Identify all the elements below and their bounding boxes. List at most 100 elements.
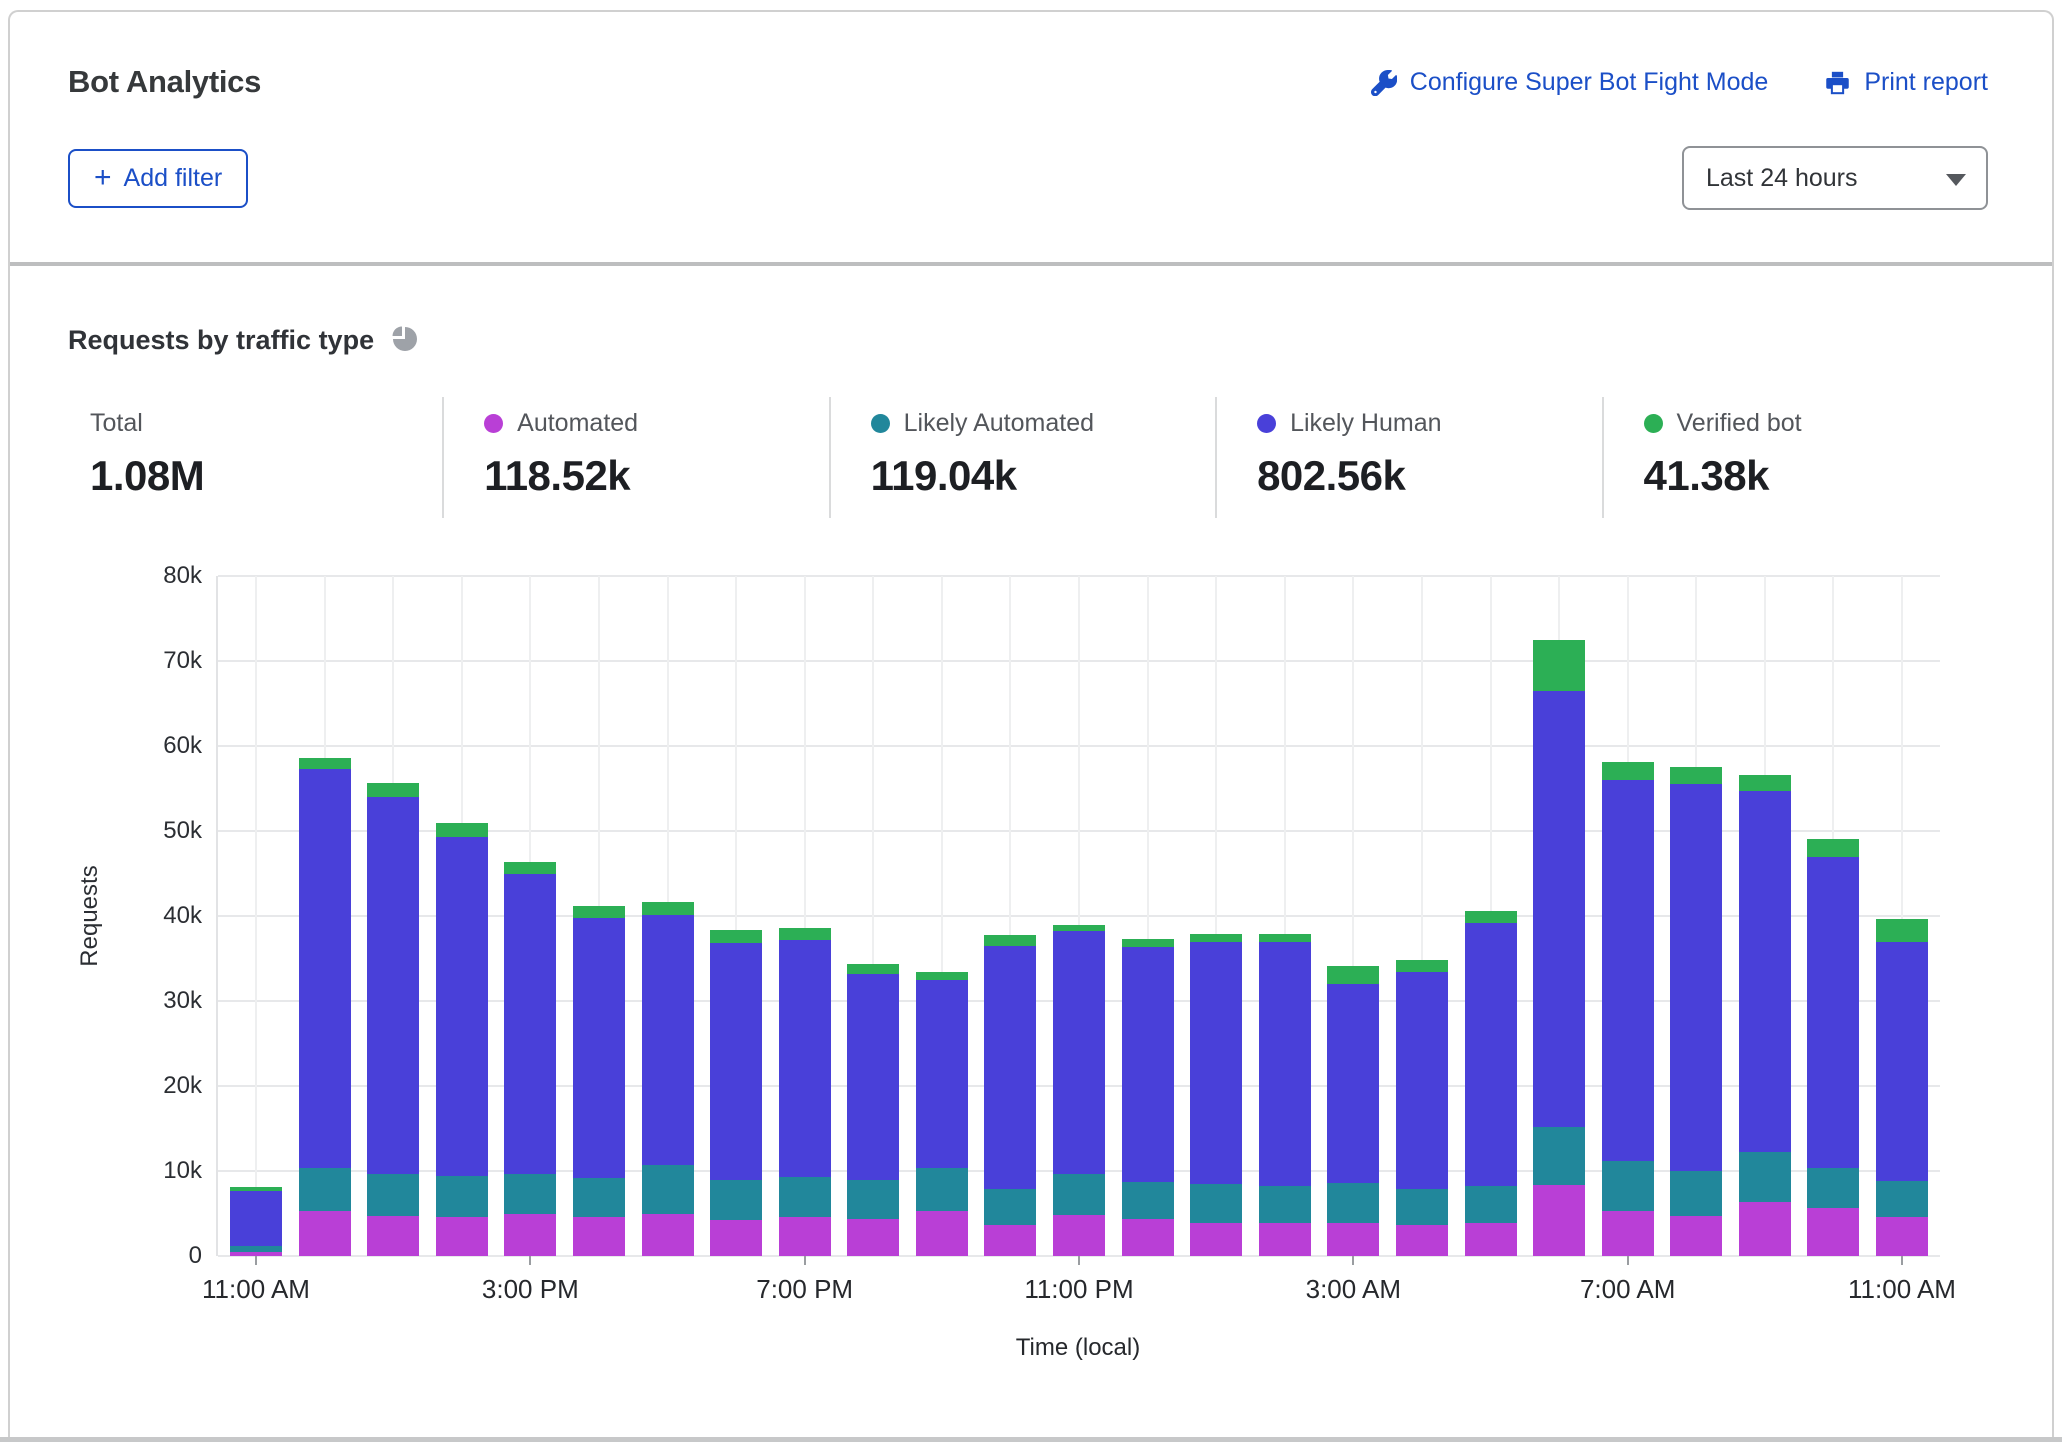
bar-segment-verified-bot: [1465, 911, 1517, 923]
bar-4:00 PM: [573, 576, 625, 1256]
bar-7:00 AM: [1602, 576, 1654, 1256]
bar-segment-likely-automated: [847, 1180, 899, 1219]
bar-segment-verified-bot: [1602, 762, 1654, 780]
bar-segment-automated: [1122, 1219, 1174, 1256]
bar-segment-likely-human: [1327, 984, 1379, 1183]
print-report-link[interactable]: Print report: [1824, 68, 1988, 97]
bar-segment-verified-bot: [1122, 939, 1174, 948]
bar-segment-likely-human: [299, 769, 351, 1168]
bar-segment-likely-automated: [984, 1189, 1036, 1226]
x-axis-tick-label: 11:00 AM: [1848, 1274, 1956, 1305]
bar-segment-automated: [1327, 1223, 1379, 1256]
stat-likely-automated-label: Likely Automated: [904, 409, 1094, 438]
bar-segment-automated: [1807, 1208, 1859, 1256]
bar-segment-likely-automated: [1465, 1186, 1517, 1223]
bar-segment-automated: [984, 1225, 1036, 1256]
bar-segment-likely-automated: [779, 1177, 831, 1217]
bar-9:00 AM: [1739, 576, 1791, 1256]
configure-super-bot-fight-mode-link[interactable]: Configure Super Bot Fight Mode: [1371, 68, 1769, 97]
stat-likely-automated-value: 119.04k: [871, 452, 1215, 500]
bar-2:00 AM: [1259, 576, 1311, 1256]
bar-segment-automated: [436, 1217, 488, 1256]
page-title: Bot Analytics: [68, 64, 261, 100]
bar-segment-automated: [1465, 1223, 1517, 1256]
bar-segment-verified-bot: [1670, 767, 1722, 784]
bar-segment-likely-human: [230, 1191, 282, 1246]
bar-6:00 PM: [710, 576, 762, 1256]
bar-segment-verified-bot: [573, 906, 625, 918]
bar-2:00 PM: [436, 576, 488, 1256]
bar-segment-likely-automated: [299, 1168, 351, 1211]
y-axis-tick-label: 20k: [163, 1072, 202, 1100]
likely-automated-dot-icon: [871, 414, 890, 433]
stat-likely-human-value: 802.56k: [1257, 452, 1601, 500]
bar-segment-verified-bot: [847, 964, 899, 973]
bar-segment-likely-human: [504, 874, 556, 1173]
bar-segment-likely-human: [367, 797, 419, 1174]
x-axis-title: Time (local): [216, 1334, 1940, 1362]
stat-verified-bot: Verified bot 41.38k: [1602, 397, 1988, 518]
bar-11:00 AM: [1876, 576, 1928, 1256]
bar-segment-automated: [847, 1219, 899, 1256]
add-filter-button[interactable]: + Add filter: [68, 149, 248, 208]
stat-likely-automated: Likely Automated 119.04k: [829, 397, 1215, 518]
bar-segment-verified-bot: [436, 823, 488, 837]
wrench-icon: [1371, 70, 1397, 96]
bar-12:00 PM: [299, 576, 351, 1256]
configure-link-label: Configure Super Bot Fight Mode: [1410, 68, 1769, 97]
bar-segment-verified-bot: [779, 928, 831, 940]
bar-segment-automated: [1396, 1225, 1448, 1256]
bar-1:00 AM: [1190, 576, 1242, 1256]
bar-segment-likely-automated: [573, 1178, 625, 1217]
bar-1:00 PM: [367, 576, 419, 1256]
bar-segment-likely-automated: [642, 1165, 694, 1213]
automated-dot-icon: [484, 414, 503, 433]
bar-segment-likely-automated: [1327, 1183, 1379, 1223]
bar-12:00 AM: [1122, 576, 1174, 1256]
bar-segment-likely-automated: [1876, 1181, 1928, 1217]
bar-segment-verified-bot: [1739, 775, 1791, 791]
bar-segment-likely-automated: [1533, 1127, 1585, 1186]
print-link-label: Print report: [1864, 68, 1988, 97]
bar-segment-likely-automated: [1739, 1152, 1791, 1202]
y-axis-tick-label: 60k: [163, 732, 202, 760]
bar-segment-likely-human: [642, 915, 694, 1165]
x-axis-tick: [1627, 1256, 1629, 1265]
bar-segment-verified-bot: [504, 862, 556, 875]
add-filter-label: Add filter: [124, 164, 223, 193]
bar-segment-automated: [367, 1216, 419, 1256]
bar-segment-verified-bot: [1190, 934, 1242, 942]
bar-segment-automated: [1053, 1215, 1105, 1256]
bar-7:00 PM: [779, 576, 831, 1256]
stat-verified-bot-value: 41.38k: [1644, 452, 1988, 500]
time-range-dropdown[interactable]: Last 24 hours: [1682, 146, 1988, 210]
bar-8:00 AM: [1670, 576, 1722, 1256]
bar-segment-automated: [1876, 1217, 1928, 1256]
bar-segment-verified-bot: [1876, 919, 1928, 941]
x-axis-tick: [1078, 1256, 1080, 1265]
bar-segment-likely-human: [847, 974, 899, 1181]
bar-11:00 AM: [230, 576, 282, 1256]
y-axis-tick-label: 40k: [163, 902, 202, 930]
header: Bot Analytics Configure Super Bot Fight …: [10, 12, 2052, 210]
stat-total: Total 1.08M: [68, 397, 442, 518]
bar-segment-likely-automated: [916, 1168, 968, 1211]
y-axis-tick-label: 70k: [163, 647, 202, 675]
bar-segment-verified-bot: [1327, 966, 1379, 984]
bar-segment-likely-automated: [436, 1176, 488, 1217]
verified-bot-dot-icon: [1644, 414, 1663, 433]
stat-total-label: Total: [90, 409, 143, 438]
bar-segment-verified-bot: [367, 783, 419, 797]
bar-segment-verified-bot: [1533, 640, 1585, 691]
x-axis-tick: [1352, 1256, 1354, 1265]
bar-10:00 PM: [984, 576, 1036, 1256]
plot-area: Requests 010k20k30k40k50k60k70k80k11:00 …: [216, 576, 1940, 1256]
chevron-down-icon: [1946, 174, 1966, 186]
x-axis-tick-label: 7:00 AM: [1580, 1274, 1675, 1305]
requests-section: Requests by traffic type Total 1.08M Aut…: [10, 266, 2052, 1362]
bar-segment-automated: [916, 1211, 968, 1256]
x-axis-tick: [255, 1256, 257, 1265]
bar-segment-likely-human: [1670, 784, 1722, 1171]
stat-verified-bot-label: Verified bot: [1677, 409, 1802, 438]
bar-3:00 AM: [1327, 576, 1379, 1256]
